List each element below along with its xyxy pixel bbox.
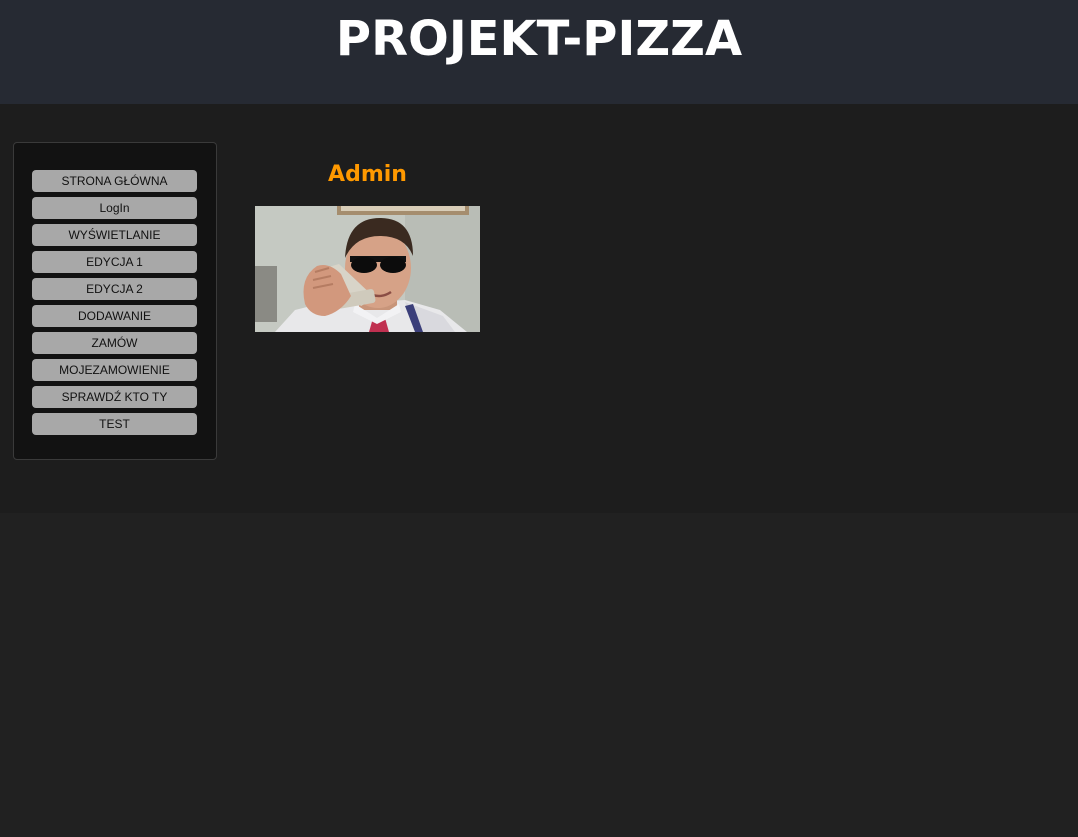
sidebar: STRONA GŁÓWNA LogIn WYŚWIETLANIE EDYCJA … [13,142,217,460]
nav-item-test[interactable]: TEST [32,413,197,435]
nav-list: STRONA GŁÓWNA LogIn WYŚWIETLANIE EDYCJA … [32,170,197,440]
page-header: PROJEKT-PIZZA [0,0,1078,104]
nav-item-sprawdz-kto-ty[interactable]: SPRAWDŹ KTO TY [32,386,197,408]
main-panel: Admin [255,160,480,332]
profile-photo [255,206,480,332]
nav-item-mojezamowienie[interactable]: MOJEZAMOWIENIE [32,359,197,381]
page-title: PROJEKT-PIZZA [335,11,743,67]
role-title: Admin [328,162,407,187]
nav-item-strona-glowna[interactable]: STRONA GŁÓWNA [32,170,197,192]
nav-item-zamow[interactable]: ZAMÓW [32,332,197,354]
content-area: STRONA GŁÓWNA LogIn WYŚWIETLANIE EDYCJA … [0,104,1078,513]
nav-item-edycja-2[interactable]: EDYCJA 2 [32,278,197,300]
nav-item-login[interactable]: LogIn [32,197,197,219]
nav-item-wyswietlanie[interactable]: WYŚWIETLANIE [32,224,197,246]
nav-item-edycja-1[interactable]: EDYCJA 1 [32,251,197,273]
nav-item-dodawanie[interactable]: DODAWANIE [32,305,197,327]
profile-photo-illustration [255,206,480,332]
